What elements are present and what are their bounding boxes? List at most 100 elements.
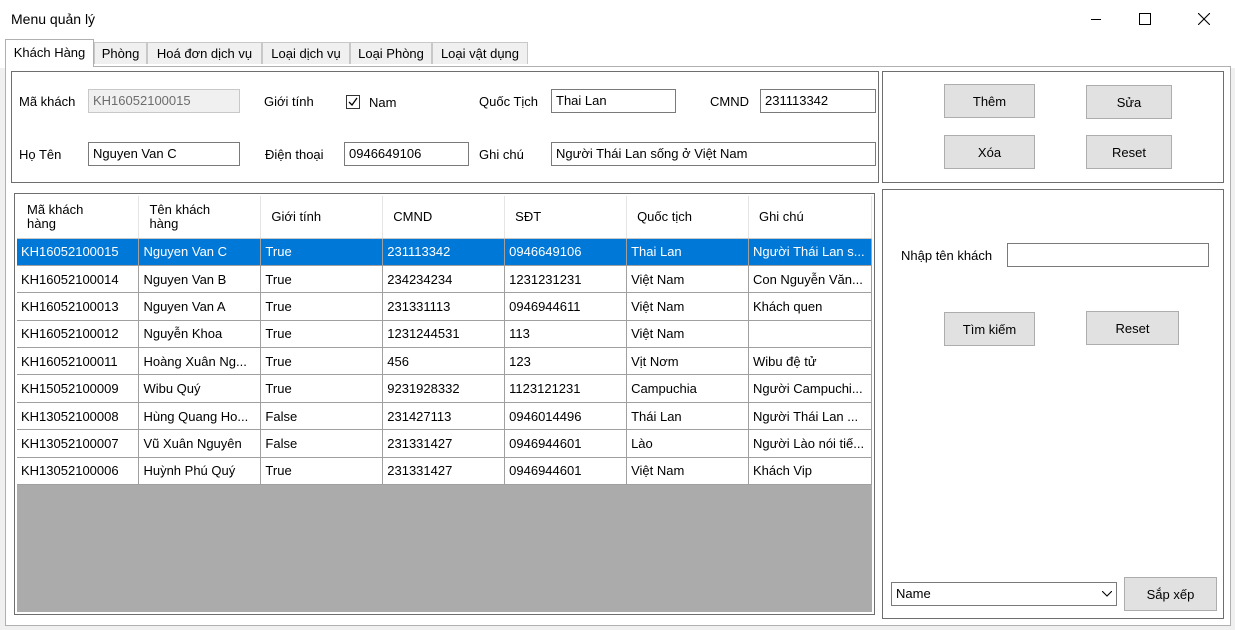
table-cell-ten-khach[interactable]: Nguyễn Khoa — [138, 320, 262, 349]
table-cell-ma-khach[interactable]: KH16052100014 — [17, 265, 140, 294]
sort-button[interactable]: Sắp xếp — [1124, 577, 1217, 611]
column-header-sdt[interactable]: SĐT — [504, 196, 628, 239]
table-cell-ten-khach[interactable]: Nguyen Van A — [138, 292, 262, 321]
column-header-ma-khach[interactable]: Mã khách hàng — [17, 196, 140, 239]
table-cell-ghi-chu[interactable]: Con Nguyễn Văn... — [748, 265, 873, 294]
tab-loai-phong[interactable]: Loại Phòng — [350, 42, 432, 64]
table-cell-quoc-tich[interactable]: Campuchia — [626, 374, 749, 403]
table-cell-ten-khach[interactable]: Nguyen Van C — [138, 238, 262, 266]
table-cell-gioi-tinh[interactable]: True — [260, 265, 384, 294]
table-cell-ghi-chu[interactable]: Khách quen — [748, 292, 873, 321]
close-button[interactable] — [1181, 0, 1227, 38]
reset-search-button[interactable]: Reset — [1086, 311, 1179, 345]
table-cell-ghi-chu[interactable]: Khách Vip — [748, 457, 873, 486]
table-cell-gioi-tinh[interactable]: True — [260, 292, 384, 321]
delete-button[interactable]: Xóa — [944, 135, 1035, 169]
tab-hoa-don-dich-vu[interactable]: Hoá đơn dịch vụ — [147, 42, 262, 64]
table-cell-sdt[interactable]: 113 — [504, 320, 628, 349]
sort-select[interactable]: Name — [891, 582, 1117, 606]
table-cell-sdt[interactable]: 0946944611 — [504, 292, 628, 321]
table-cell-sdt[interactable]: 1123121231 — [504, 374, 628, 403]
table-cell-quoc-tich[interactable]: Lào — [626, 429, 749, 458]
search-button[interactable]: Tìm kiếm — [944, 312, 1035, 346]
table-cell-ma-khach[interactable]: KH13052100008 — [17, 402, 140, 431]
table-cell-ghi-chu[interactable]: Người Thái Lan s... — [748, 238, 873, 266]
table-row[interactable]: KH13052100007 Vũ Xuân Nguyên False 23133142… — [17, 429, 873, 458]
column-header-ten-khach[interactable]: Tên khách hàng — [138, 196, 262, 239]
table-cell-gioi-tinh[interactable]: True — [260, 320, 384, 349]
table-cell-gioi-tinh[interactable]: True — [260, 374, 384, 403]
table-cell-cmnd[interactable]: 234234234 — [382, 265, 506, 294]
table-cell-quoc-tich[interactable]: Vịt Nơm — [626, 347, 749, 376]
table-row[interactable]: KH16052100013 Nguyen Van A True 231331113 09… — [17, 292, 873, 321]
tab-loai-dich-vu[interactable]: Loại dịch vụ — [262, 42, 350, 64]
nam-checkbox[interactable] — [346, 95, 360, 109]
dien-thoai-field[interactable]: 0946649106 — [344, 142, 469, 166]
column-header-gioi-tinh[interactable]: Giới tính — [260, 196, 384, 239]
table-cell-ma-khach[interactable]: KH13052100006 — [17, 457, 140, 486]
table-cell-ma-khach[interactable]: KH16052100012 — [17, 320, 140, 349]
ho-ten-field[interactable]: Nguyen Van C — [88, 142, 240, 166]
column-header-cmnd[interactable]: CMND — [382, 196, 506, 239]
table-row[interactable]: KH16052100012 Nguyễn Khoa True 1231244531 11… — [17, 320, 873, 349]
table-cell-gioi-tinh[interactable]: False — [260, 429, 384, 458]
table-cell-gioi-tinh[interactable]: True — [260, 238, 384, 266]
edit-button[interactable]: Sửa — [1086, 85, 1172, 119]
table-row[interactable]: KH15052100009 Wibu Quý True 9231928332 11231… — [17, 374, 873, 403]
ghi-chu-field[interactable]: Người Thái Lan sống ở Việt Nam — [551, 142, 876, 166]
table-cell-quoc-tich[interactable]: Việt Nam — [626, 292, 749, 321]
table-cell-ten-khach[interactable]: Nguyen Van B — [138, 265, 262, 294]
table-cell-ten-khach[interactable]: Huỳnh Phú Quý — [138, 457, 262, 486]
tab-khach-hang[interactable]: Khách Hàng — [5, 39, 94, 67]
quoc-tich-field[interactable]: Thai Lan — [551, 89, 676, 113]
table-cell-ten-khach[interactable]: Hoàng Xuân Ng... — [138, 347, 262, 376]
tab-phong[interactable]: Phòng — [94, 42, 147, 64]
table-cell-ghi-chu[interactable]: Người Thái Lan ... — [748, 402, 873, 431]
table-cell-cmnd[interactable]: 231427113 — [382, 402, 506, 431]
reset-form-button[interactable]: Reset — [1086, 135, 1172, 169]
table-cell-ten-khach[interactable]: Vũ Xuân Nguyên — [138, 429, 262, 458]
minimize-button[interactable] — [1073, 0, 1119, 38]
maximize-button[interactable] — [1122, 0, 1168, 38]
table-cell-ghi-chu[interactable] — [748, 320, 873, 349]
ma-khach-field[interactable]: KH16052100015 — [88, 89, 240, 113]
table-cell-sdt[interactable]: 0946014496 — [504, 402, 628, 431]
table-cell-quoc-tich[interactable]: Việt Nam — [626, 457, 749, 486]
table-row[interactable]: KH13052100006 Huỳnh Phú Quý True 231331427 0… — [17, 457, 873, 486]
table-cell-ma-khach[interactable]: KH16052100015 — [17, 238, 140, 266]
add-button[interactable]: Thêm — [944, 84, 1035, 118]
table-cell-quoc-tich[interactable]: Thái Lan — [626, 402, 749, 431]
table-cell-ghi-chu[interactable]: Người Lào nói tiế... — [748, 429, 873, 458]
table-row[interactable]: KH16052100014 Nguyen Van B True 234234234 12… — [17, 265, 873, 294]
table-cell-sdt[interactable]: 123 — [504, 347, 628, 376]
table-cell-sdt[interactable]: 0946944601 — [504, 429, 628, 458]
table-cell-sdt[interactable]: 0946944601 — [504, 457, 628, 486]
table-cell-cmnd[interactable]: 231331113 — [382, 292, 506, 321]
cmnd-field[interactable]: 231113342 — [760, 89, 876, 113]
table-cell-ten-khach[interactable]: Wibu Quý — [138, 374, 262, 403]
table-cell-quoc-tich[interactable]: Việt Nam — [626, 320, 749, 349]
table-cell-ma-khach[interactable]: KH13052100007 — [17, 429, 140, 458]
table-cell-ghi-chu[interactable]: Wibu đệ tử — [748, 347, 873, 376]
table-cell-cmnd[interactable]: 456 — [382, 347, 506, 376]
table-cell-ma-khach[interactable]: KH16052100013 — [17, 292, 140, 321]
table-cell-gioi-tinh[interactable]: True — [260, 347, 384, 376]
table-cell-quoc-tich[interactable]: Việt Nam — [626, 265, 749, 294]
table-cell-cmnd[interactable]: 231113342 — [382, 238, 506, 266]
table-cell-ma-khach[interactable]: KH15052100009 — [17, 374, 140, 403]
table-cell-ma-khach[interactable]: KH16052100011 — [17, 347, 140, 376]
table-cell-cmnd[interactable]: 9231928332 — [382, 374, 506, 403]
table-cell-gioi-tinh[interactable]: False — [260, 402, 384, 431]
column-header-quoc-tich[interactable]: Quốc tịch — [626, 196, 749, 239]
column-header-ghi-chu[interactable]: Ghi chú — [748, 196, 873, 239]
table-cell-sdt[interactable]: 1231231231 — [504, 265, 628, 294]
table-cell-cmnd[interactable]: 231331427 — [382, 429, 506, 458]
table-cell-sdt[interactable]: 0946649106 — [504, 238, 628, 266]
table-cell-ten-khach[interactable]: Hùng Quang Ho... — [138, 402, 262, 431]
table-cell-cmnd[interactable]: 231331427 — [382, 457, 506, 486]
table-row[interactable]: KH13052100008 Hùng Quang Ho... False 231427… — [17, 402, 873, 431]
table-row[interactable]: KH16052100011 Hoàng Xuân Ng... True 456 123 V… — [17, 347, 873, 376]
table-cell-gioi-tinh[interactable]: True — [260, 457, 384, 486]
table-row[interactable]: KH16052100015 Nguyen Van C True 231113342 09… — [17, 238, 873, 266]
table-cell-ghi-chu[interactable]: Người Campuchi... — [748, 374, 873, 403]
